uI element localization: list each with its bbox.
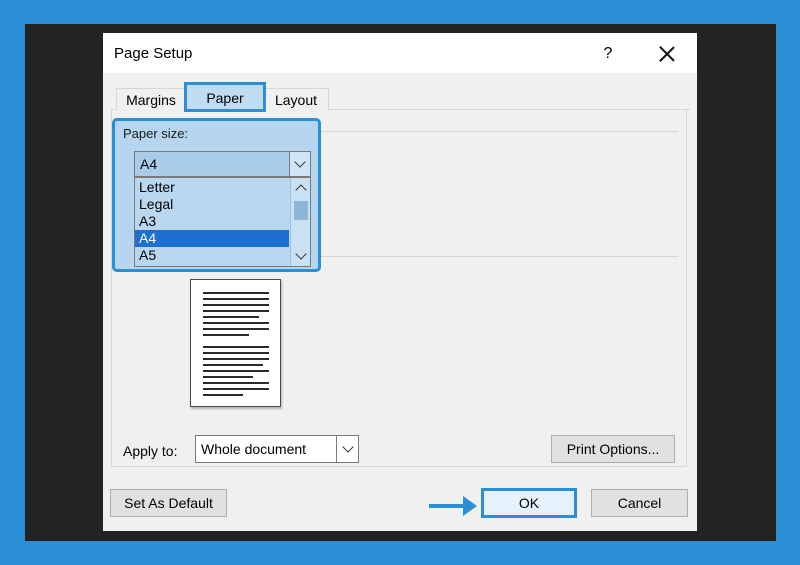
list-scrollbar[interactable]: [290, 178, 310, 266]
paper-size-list[interactable]: Letter Legal A3 A4 A5: [134, 177, 311, 267]
list-item-letter[interactable]: Letter: [135, 179, 289, 196]
combo-dropdown-button[interactable]: [289, 152, 310, 176]
arrow-pointer: [429, 504, 465, 508]
paper-size-value: A4: [140, 156, 158, 172]
panel-right-border: [686, 109, 687, 466]
paper-size-group-line: [320, 131, 678, 132]
tab-margins-label: Margins: [126, 92, 176, 108]
tab-layout-label: Layout: [274, 92, 318, 108]
chevron-down-icon: [294, 156, 306, 168]
help-button[interactable]: ?: [593, 41, 623, 67]
scroll-thumb[interactable]: [294, 201, 308, 220]
chevron-down-icon: [342, 441, 354, 453]
tab-margins[interactable]: Margins: [116, 88, 185, 110]
ok-button[interactable]: OK: [481, 488, 577, 518]
paper-size-combobox[interactable]: A4: [134, 151, 311, 177]
list-item-legal[interactable]: Legal: [135, 196, 289, 213]
title-bar: Page Setup ?: [103, 33, 697, 73]
list-item-a4[interactable]: A4: [135, 230, 289, 247]
paper-source-group-line: [320, 256, 678, 257]
tab-paper[interactable]: Paper: [184, 82, 266, 112]
apply-to-select[interactable]: Whole document: [195, 435, 359, 463]
tab-paper-label: Paper: [206, 90, 244, 106]
print-options-button[interactable]: Print Options...: [551, 435, 675, 463]
arrow-right-icon: [463, 496, 477, 516]
panel-bottom-border: [111, 466, 687, 467]
set-as-default-button[interactable]: Set As Default: [110, 489, 227, 517]
close-icon[interactable]: [651, 41, 683, 67]
list-item-a3[interactable]: A3: [135, 213, 289, 230]
paper-size-label: Paper size:: [123, 126, 189, 141]
dialog-title: Page Setup: [114, 45, 193, 62]
apply-to-label: Apply to:: [123, 443, 178, 459]
chevron-up-icon: [295, 184, 307, 196]
scroll-up-button[interactable]: [291, 178, 310, 196]
chevron-down-icon: [295, 248, 307, 260]
apply-to-dropdown-button[interactable]: [336, 436, 358, 462]
scroll-down-button[interactable]: [291, 246, 310, 264]
page-preview: [190, 279, 281, 407]
paper-size-highlight: Paper size: A4 Letter Legal A3 A4 A5: [112, 118, 321, 272]
apply-to-value: Whole document: [201, 441, 307, 457]
list-item-a5[interactable]: A5: [135, 247, 289, 264]
tab-layout[interactable]: Layout: [263, 88, 329, 110]
cancel-button[interactable]: Cancel: [591, 489, 688, 517]
